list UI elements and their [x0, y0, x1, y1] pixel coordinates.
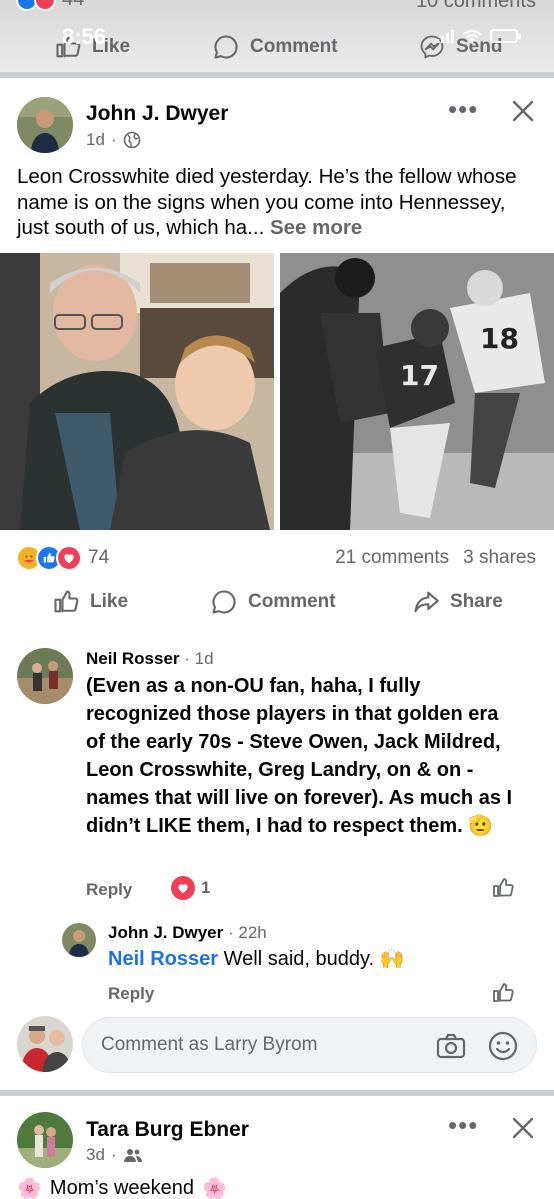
post-photo-left[interactable] — [0, 253, 274, 530]
previous-post-footer: 44 10 comments Like Comment Send 8:56 — [0, 0, 554, 78]
shares-count[interactable]: 3 shares — [463, 547, 536, 569]
flower-emoji-right: 🌸 — [202, 1178, 227, 1199]
current-user-avatar[interactable] — [17, 1016, 73, 1072]
reply-avatar[interactable] — [62, 923, 96, 957]
post-photo-right[interactable]: 17 18 — [280, 253, 554, 530]
comment-reply-button[interactable]: Reply — [86, 880, 132, 900]
more-options-icon[interactable]: ••• — [448, 96, 478, 122]
post-text: Leon Crosswhite died yesterday. He’s the… — [17, 164, 543, 241]
comment-label: Comment — [248, 591, 336, 612]
comment-bubble-icon — [212, 590, 236, 614]
next-post-more-icon[interactable]: ••• — [448, 1112, 478, 1138]
avatar-photo — [17, 1016, 73, 1072]
post-action-bar: Like Comment Share — [0, 586, 554, 622]
friends-icon — [123, 1149, 142, 1162]
status-bar-time: 8:56 — [62, 24, 107, 49]
camera-icon[interactable] — [435, 1030, 467, 1062]
next-post-avatar[interactable] — [17, 1112, 73, 1168]
previous-comments-count[interactable]: 10 comments — [416, 0, 536, 13]
next-post-meta: 3d · — [86, 1145, 143, 1165]
author-avatar[interactable] — [17, 97, 73, 153]
like-label: Like — [90, 591, 129, 612]
battery-icon — [490, 29, 521, 43]
reply-body: Well said, buddy. — [223, 948, 375, 970]
post-stats: 21 comments 3 shares — [335, 547, 536, 569]
post-meta: 1d · — [86, 130, 141, 150]
comment-time: 1d — [194, 649, 214, 668]
reply-text: Neil Rosser Well said, buddy. 🙌 — [108, 945, 508, 973]
comment-text: (Even as a non-OU fan, haha, I fully rec… — [86, 672, 516, 840]
avatar-photo — [17, 648, 73, 704]
avatar-photo — [17, 1112, 73, 1168]
next-post-text: 🌸 Mom’s weekend 🌸 — [17, 1176, 227, 1199]
previous-comment-button[interactable]: Comment — [212, 33, 338, 61]
close-icon[interactable] — [511, 1116, 535, 1140]
love-reaction-icon — [56, 545, 82, 571]
emoji-icon[interactable] — [487, 1030, 519, 1062]
feed-divider — [0, 72, 554, 78]
post-reactions[interactable]: 74 — [16, 545, 109, 571]
post-author-name[interactable]: John J. Dwyer — [86, 102, 228, 126]
post-body: Leon Crosswhite died yesterday. He’s the… — [17, 165, 517, 239]
comment-bubble-icon — [214, 35, 238, 59]
close-icon[interactable] — [511, 99, 535, 123]
comment-reaction-count: 1 — [201, 878, 211, 897]
comment-author[interactable]: Neil Rosser — [86, 649, 180, 668]
comments-count[interactable]: 21 comments — [335, 547, 449, 569]
wifi-icon — [463, 30, 481, 44]
next-post-author[interactable]: Tara Burg Ebner — [86, 1118, 249, 1142]
photo-football-action: 17 18 — [280, 253, 554, 530]
share-arrow-icon — [414, 591, 439, 613]
comment-like-icon[interactable] — [491, 876, 515, 900]
flower-emoji-left: 🌸 — [17, 1178, 42, 1199]
reply-author-row: John J. Dwyer · 22h — [108, 923, 267, 942]
next-post-body: Mom’s weekend — [49, 1177, 195, 1199]
share-button[interactable]: Share — [412, 588, 503, 616]
love-reaction-icon — [34, 0, 56, 11]
thumbs-up-icon — [54, 590, 79, 613]
comment-body: (Even as a non-OU fan, haha, I fully rec… — [86, 675, 513, 837]
see-more-link[interactable]: See more — [270, 216, 362, 239]
comment-button[interactable]: Comment — [210, 588, 336, 616]
avatar-photo — [62, 923, 96, 957]
svg-text:18: 18 — [480, 322, 519, 355]
mention-link[interactable]: Neil Rosser — [108, 948, 218, 970]
salute-emoji: 🫡 — [468, 815, 494, 837]
previous-reaction-count: 44 — [62, 0, 84, 11]
raising-hands-emoji: 🙌 — [379, 948, 405, 970]
like-button[interactable]: Like — [52, 588, 128, 616]
reply-time: 22h — [238, 923, 267, 942]
comment-reaction[interactable]: 1 — [171, 876, 210, 900]
previous-comment-label: Comment — [250, 36, 338, 57]
commenter-avatar[interactable] — [17, 648, 73, 704]
status-bar-icons — [436, 28, 521, 44]
feed-divider — [0, 1090, 554, 1096]
cellular-signal-icon — [436, 29, 454, 43]
avatar-photo — [17, 97, 73, 153]
love-reaction-icon — [171, 876, 195, 900]
composer-placeholder: Comment as Larry Byrom — [101, 1034, 318, 1055]
reply-author[interactable]: John J. Dwyer — [108, 923, 223, 942]
reply-like-icon[interactable] — [491, 981, 515, 1005]
next-post-time[interactable]: 3d — [86, 1145, 105, 1165]
previous-post-reactions[interactable]: 44 — [16, 0, 84, 11]
reply-reply-button[interactable]: Reply — [108, 984, 154, 1004]
share-label: Share — [450, 591, 503, 612]
comment-author-row: Neil Rosser · 1d — [86, 649, 214, 668]
svg-text:17: 17 — [400, 359, 439, 392]
reaction-count: 74 — [88, 547, 110, 568]
globe-icon — [123, 131, 140, 149]
post-time[interactable]: 1d — [86, 130, 105, 150]
comment-composer[interactable]: Comment as Larry Byrom — [82, 1017, 537, 1073]
photo-man-and-child — [0, 253, 274, 530]
